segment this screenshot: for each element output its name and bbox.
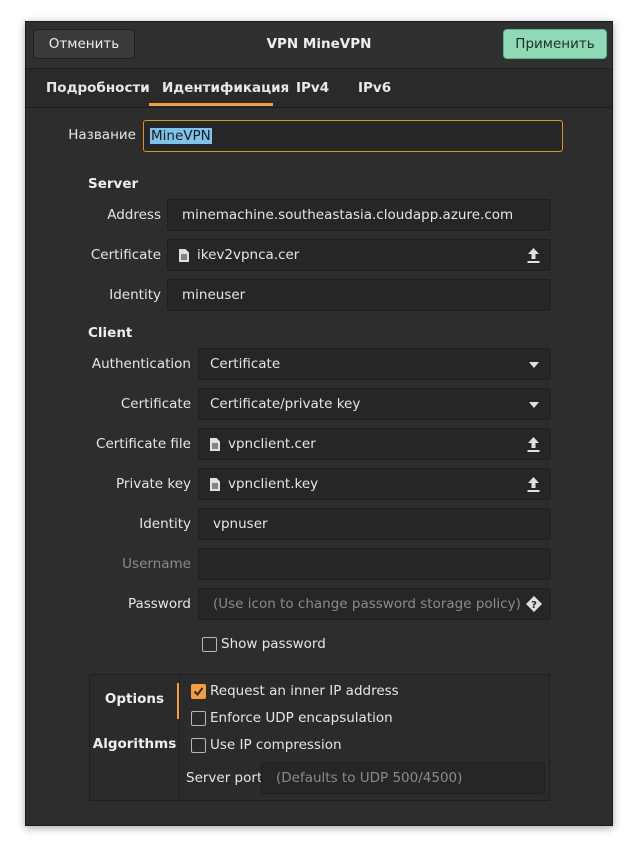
ip-compression-checkbox[interactable] bbox=[191, 738, 206, 753]
server-certificate-value: ikev2vpnca.cer bbox=[197, 247, 300, 263]
name-label: Название bbox=[68, 127, 136, 143]
private-key-label: Private key bbox=[116, 476, 191, 492]
upload-icon[interactable] bbox=[527, 477, 540, 492]
client-certificate-label: Certificate bbox=[120, 396, 191, 412]
name-value: MineVPN bbox=[150, 128, 212, 144]
checkmark-icon bbox=[193, 687, 204, 697]
username-label: Username bbox=[122, 556, 191, 572]
server-port-label: Server port bbox=[186, 770, 263, 786]
ip-compression-label[interactable]: Use IP compression bbox=[210, 737, 342, 753]
server-address-value: minemachine.southeastasia.cloudapp.azure… bbox=[182, 207, 514, 223]
certificate-file-chooser[interactable]: vpnclient.cer bbox=[198, 428, 551, 460]
sidebar-item-options[interactable]: Options bbox=[90, 691, 179, 707]
tab-bar: Подробности Идентификация IPv4 IPv6 bbox=[26, 69, 612, 108]
client-certificate-dropdown[interactable]: Certificate/private key bbox=[198, 388, 551, 420]
request-ip-label[interactable]: Request an inner IP address bbox=[210, 683, 399, 699]
server-section-title: Server bbox=[88, 176, 139, 192]
password-label: Password bbox=[127, 596, 191, 612]
header-bar: Отменить VPN MineVPN Применить bbox=[26, 22, 612, 69]
request-ip-checkbox[interactable] bbox=[191, 684, 206, 699]
private-key-value: vpnclient.key bbox=[228, 476, 319, 492]
client-certificate-value: Certificate/private key bbox=[210, 396, 361, 412]
username-input[interactable] bbox=[198, 548, 551, 580]
upload-icon[interactable] bbox=[527, 248, 540, 263]
file-icon bbox=[179, 248, 189, 262]
file-icon bbox=[210, 437, 220, 451]
tab-identity[interactable]: Идентификация bbox=[162, 80, 289, 96]
authentication-value: Certificate bbox=[210, 356, 281, 372]
server-address-label: Address bbox=[107, 207, 161, 223]
password-input[interactable]: (Use icon to change password storage pol… bbox=[198, 588, 551, 620]
private-key-chooser[interactable]: vpnclient.key bbox=[198, 468, 551, 500]
client-section-title: Client bbox=[88, 325, 133, 341]
show-password-checkbox[interactable] bbox=[202, 637, 217, 652]
authentication-dropdown[interactable]: Certificate bbox=[198, 348, 551, 380]
advanced-options-panel: Options Algorithms Request an inner IP a… bbox=[89, 674, 550, 801]
sidebar-item-algorithms[interactable]: Algorithms bbox=[90, 736, 179, 752]
vpn-dialog: Отменить VPN MineVPN Применить Подробнос… bbox=[25, 21, 613, 826]
server-identity-value: mineuser bbox=[182, 287, 246, 303]
server-address-input[interactable]: minemachine.southeastasia.cloudapp.azure… bbox=[167, 199, 551, 231]
chevron-down-icon bbox=[529, 402, 539, 408]
chevron-down-icon bbox=[529, 362, 539, 368]
active-tab-indicator bbox=[149, 103, 273, 106]
certificate-file-value: vpnclient.cer bbox=[228, 436, 316, 452]
client-identity-input[interactable]: vpnuser bbox=[198, 508, 551, 540]
file-icon bbox=[210, 477, 220, 491]
apply-button-label: Применить bbox=[515, 36, 595, 52]
server-identity-input[interactable]: mineuser bbox=[167, 279, 551, 311]
name-input[interactable]: MineVPN bbox=[143, 120, 563, 152]
enforce-udp-checkbox[interactable] bbox=[191, 711, 206, 726]
client-identity-value: vpnuser bbox=[213, 516, 268, 532]
show-password-label[interactable]: Show password bbox=[221, 636, 326, 652]
client-identity-label: Identity bbox=[139, 516, 191, 532]
tab-ipv6[interactable]: IPv6 bbox=[358, 80, 391, 96]
sidebar-divider bbox=[179, 675, 180, 800]
upload-icon[interactable] bbox=[527, 437, 540, 452]
authentication-label: Authentication bbox=[91, 356, 191, 372]
svg-text:?: ? bbox=[531, 600, 537, 611]
tab-ipv4[interactable]: IPv4 bbox=[296, 80, 329, 96]
apply-button[interactable]: Применить bbox=[503, 29, 607, 59]
password-storage-icon[interactable]: ? bbox=[526, 596, 542, 612]
server-identity-label: Identity bbox=[109, 287, 161, 303]
certificate-file-label: Certificate file bbox=[96, 436, 191, 452]
password-placeholder: (Use icon to change password storage pol… bbox=[213, 596, 521, 612]
enforce-udp-label[interactable]: Enforce UDP encapsulation bbox=[210, 710, 393, 726]
server-port-input[interactable]: (Defaults to UDP 500/4500) bbox=[261, 762, 545, 794]
server-port-placeholder: (Defaults to UDP 500/4500) bbox=[276, 770, 463, 786]
server-certificate-chooser[interactable]: ikev2vpnca.cer bbox=[167, 239, 551, 271]
server-certificate-label: Certificate bbox=[90, 247, 161, 263]
tab-details[interactable]: Подробности bbox=[46, 80, 150, 96]
